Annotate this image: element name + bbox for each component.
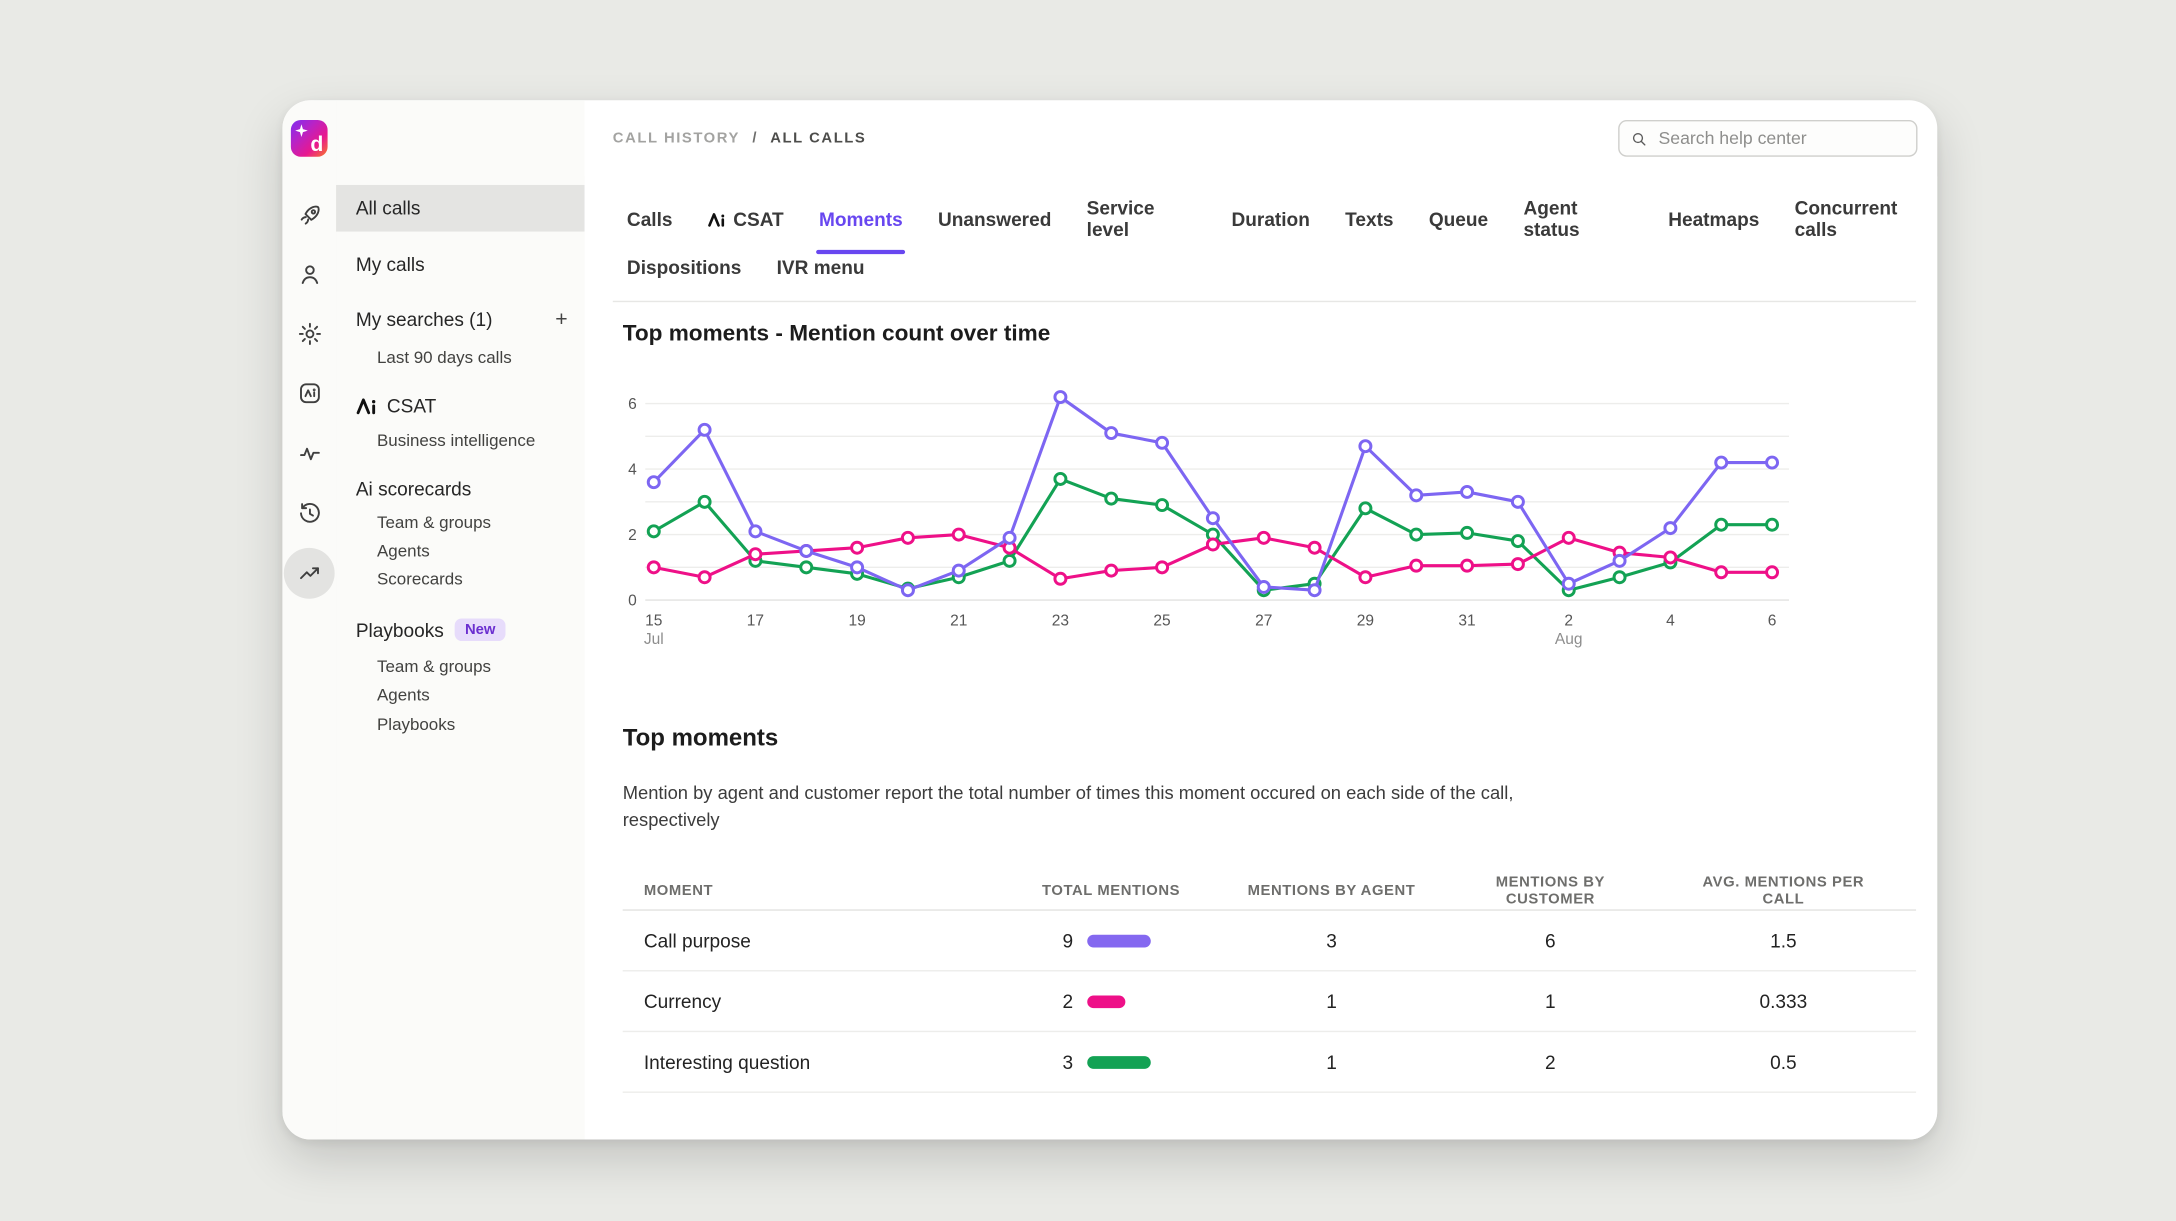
icon-rail: d — [282, 100, 337, 1139]
tab-bar: Calls CSAT Moments Unanswered Service le… — [627, 198, 1937, 249]
table-row: Interesting question 3 1 2 0.5 — [623, 1032, 1916, 1093]
sidebar-item-my-calls[interactable]: My calls — [336, 244, 585, 284]
moments-table: MOMENT TOTAL MENTIONS MENTIONS BY AGENT … — [623, 873, 1916, 1093]
svg-text:21: 21 — [950, 613, 967, 630]
mentions-bar — [1087, 1055, 1151, 1068]
sidebar-item-my-searches[interactable]: My searches (1) + — [336, 299, 585, 339]
tab-ivr-menu[interactable]: IVR menu — [777, 257, 865, 287]
tab-csat[interactable]: CSAT — [708, 198, 784, 249]
tab-dispositions[interactable]: Dispositions — [627, 257, 741, 287]
sparkle-icon — [295, 124, 308, 137]
help-search[interactable] — [1618, 120, 1917, 157]
svg-text:6: 6 — [628, 396, 637, 413]
logo-letter: d — [310, 133, 323, 157]
add-search-button[interactable]: + — [555, 309, 567, 330]
svg-text:29: 29 — [1357, 613, 1374, 630]
svg-text:17: 17 — [747, 613, 764, 630]
sidebar-item-all-calls[interactable]: All calls — [336, 185, 585, 232]
table-row: Call purpose 9 3 6 1.5 — [623, 911, 1916, 972]
sidebar-item-ai-scorecards[interactable]: Ai scorecards — [336, 469, 585, 509]
breadcrumb-call-history[interactable]: CALL HISTORY — [613, 130, 740, 147]
tab-unanswered[interactable]: Unanswered — [938, 198, 1051, 249]
col-total-mentions: TOTAL MENTIONS — [1042, 882, 1211, 899]
ai-glyph-icon — [708, 211, 726, 227]
svg-text:6: 6 — [1768, 613, 1777, 630]
svg-text:31: 31 — [1458, 613, 1475, 630]
search-icon — [1631, 129, 1647, 147]
tab-texts[interactable]: Texts — [1345, 198, 1393, 249]
main-content: Calls CSAT Moments Unanswered Service le… — [585, 177, 1938, 1140]
tab-service-level[interactable]: Service level — [1087, 198, 1197, 249]
section-description: Mention by agent and customer report the… — [623, 781, 1515, 833]
search-input[interactable] — [1656, 127, 1905, 150]
person-icon[interactable] — [284, 249, 335, 300]
mentions-bar — [1087, 934, 1151, 947]
sidebar: All calls My calls My searches (1) + Las… — [336, 100, 585, 1139]
mentions-bar — [1087, 995, 1125, 1008]
sidebar-item-last-90-days-calls[interactable]: Last 90 days calls — [336, 339, 585, 376]
svg-text:4: 4 — [628, 462, 637, 479]
sidebar-item-playbooks[interactable]: Playbooks New — [336, 609, 585, 651]
section-title: Top moments — [623, 724, 779, 752]
sidebar-item-playbooks-playbooks[interactable]: Playbooks — [336, 707, 585, 741]
col-avg-mentions-per-call: AVG. MENTIONS PER CALL — [1685, 874, 1883, 908]
tab-bar-row2: Dispositions IVR menu — [627, 257, 865, 287]
svg-text:2: 2 — [628, 527, 637, 544]
moments-line-chart[interactable]: 024615Jul17192123252729312Aug46 — [600, 384, 1800, 652]
ai-note-icon[interactable] — [284, 367, 335, 418]
svg-text:Jul: Jul — [644, 631, 664, 648]
trending-up-icon[interactable] — [284, 548, 335, 599]
svg-text:15: 15 — [645, 613, 662, 630]
rocket-icon[interactable] — [284, 189, 335, 240]
svg-text:4: 4 — [1666, 613, 1675, 630]
svg-text:23: 23 — [1052, 613, 1069, 630]
svg-text:25: 25 — [1153, 613, 1170, 630]
chart-title: Top moments - Mention count over time — [623, 322, 1051, 347]
col-mentions-by-customer: MENTIONS BY CUSTOMER — [1452, 874, 1650, 908]
tab-heatmaps[interactable]: Heatmaps — [1668, 198, 1759, 249]
col-mentions-by-agent: MENTIONS BY AGENT — [1247, 882, 1416, 899]
svg-text:19: 19 — [848, 613, 865, 630]
pulse-icon[interactable] — [284, 428, 335, 479]
tabs-divider — [613, 301, 1916, 302]
table-row: Currency 2 1 1 0.333 — [623, 971, 1916, 1032]
svg-text:Aug: Aug — [1555, 631, 1583, 648]
page: d Mainline — [0, 0, 2176, 1221]
svg-text:0: 0 — [628, 593, 637, 610]
svg-text:27: 27 — [1255, 613, 1272, 630]
tab-concurrent-calls[interactable]: Concurrent calls — [1795, 198, 1938, 249]
tab-moments[interactable]: Moments — [819, 198, 903, 249]
new-badge: New — [455, 618, 505, 641]
tab-duration[interactable]: Duration — [1231, 198, 1309, 249]
tab-agent-status[interactable]: Agent status — [1523, 198, 1632, 249]
col-moment: MOMENT — [644, 882, 1007, 899]
history-icon[interactable] — [284, 487, 335, 538]
breadcrumb-separator: / — [752, 130, 758, 147]
svg-text:2: 2 — [1564, 613, 1573, 630]
breadcrumb-all-calls: ALL CALLS — [770, 130, 866, 147]
sidebar-item-csat[interactable]: CSAT — [336, 384, 585, 426]
sidebar-item-business-intelligence[interactable]: Business intelligence — [336, 422, 585, 459]
sidebar-item-scorecards[interactable]: Scorecards — [336, 562, 585, 596]
ai-glyph-icon — [356, 396, 377, 414]
gear-icon[interactable] — [284, 308, 335, 359]
table-header-row: MOMENT TOTAL MENTIONS MENTIONS BY AGENT … — [623, 873, 1916, 911]
dialpad-logo[interactable]: d — [291, 120, 328, 157]
tab-queue[interactable]: Queue — [1429, 198, 1488, 249]
tab-calls[interactable]: Calls — [627, 198, 673, 249]
breadcrumb: CALL HISTORY / ALL CALLS — [613, 130, 867, 147]
app-window: d Mainline — [282, 100, 1937, 1139]
